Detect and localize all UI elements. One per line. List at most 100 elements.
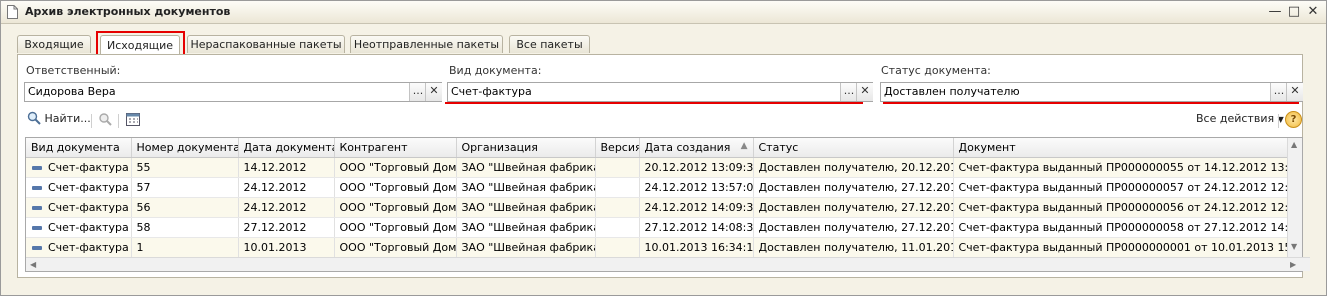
document-type-icon (32, 245, 42, 250)
cancel-search-icon[interactable] (98, 112, 113, 127)
scroll-left-icon[interactable]: ◀ (30, 260, 36, 269)
table-cell: 57 (131, 177, 239, 198)
scroll-up-icon[interactable]: ▲ (1291, 140, 1297, 149)
doc-type-field[interactable]: Счет-фактура ... ✕ (447, 82, 873, 102)
column-header[interactable]: Статус (753, 138, 954, 158)
responsible-field[interactable]: Сидорова Вера ... ✕ (24, 82, 442, 102)
document-icon (7, 5, 18, 19)
table-cell (595, 237, 640, 258)
table-cell (595, 157, 640, 178)
doc-type-label: Вид документа: (449, 64, 542, 77)
clear-button[interactable]: ✕ (425, 83, 442, 101)
column-header[interactable]: Контрагент (334, 138, 457, 158)
column-header[interactable]: Версия (595, 138, 640, 158)
tab-incoming[interactable]: Входящие (17, 35, 91, 53)
clear-button[interactable]: ✕ (1286, 83, 1303, 101)
toolbar-separator (118, 114, 119, 128)
table-cell: 10.01.2013 (238, 237, 335, 258)
cell-text: Счет-фактура (48, 181, 129, 194)
table-cell: ООО "Торговый Дом" (334, 157, 457, 178)
table-cell: 27.12.2012 (238, 217, 335, 238)
tab-label: Неотправленные пакеты (353, 38, 500, 51)
find-button[interactable]: Найти... (27, 110, 91, 128)
table-row[interactable]: Счет-фактура 1 10.01.2013 ООО "Торговый Дом… (26, 237, 1289, 258)
table-cell: ЗАО "Швейная фабрика" (456, 237, 596, 258)
table-cell: ЗАО "Швейная фабрика" (456, 197, 596, 218)
table-cell: Счет-фактура (26, 177, 132, 198)
table-row[interactable]: Счет-фактура 57 24.12.2012 ООО "Торговый До… (26, 177, 1289, 198)
table-row[interactable]: Счет-фактура 58 27.12.2012 ООО "Торговый До… (26, 217, 1289, 238)
doc-status-highlight (883, 102, 1299, 104)
table-cell: ООО "Торговый Дом" (334, 177, 457, 198)
cell-text: Счет-фактура (48, 221, 129, 234)
document-type-icon (32, 205, 42, 210)
minimize-icon[interactable]: — (1267, 4, 1283, 20)
close-icon[interactable]: ✕ (1305, 4, 1321, 20)
all-actions-menu[interactable]: Все действия ▼ (1196, 110, 1284, 128)
doc-status-field[interactable]: Доставлен получателю ... ✕ (880, 82, 1303, 102)
table-cell: Доставлен получателю, 27.12.2012 ... (753, 177, 954, 198)
horizontal-scrollbar[interactable]: ◀ ▶ (26, 257, 1310, 271)
table-cell: ООО "Торговый Дом" (334, 197, 457, 218)
table-cell (595, 217, 640, 238)
tab-label: Входящие (24, 38, 84, 51)
cell-text: Счет-фактура (48, 161, 129, 174)
table-cell: 24.12.2012 14:09:38 (639, 197, 754, 218)
column-header[interactable]: Дата создания ▲ (639, 138, 754, 158)
find-label: Найти... (44, 112, 91, 125)
calendar-icon[interactable] (125, 111, 141, 127)
table-cell: ООО "Торговый Дом" (334, 217, 457, 238)
column-header[interactable]: Номер документа (131, 138, 239, 158)
table-cell: 10.01.2013 16:34:12 (639, 237, 754, 258)
column-header[interactable]: Организация (456, 138, 596, 158)
responsible-value: Сидорова Вера (28, 85, 116, 98)
main-window: Архив электронных документов — □ ✕ Входя… (0, 0, 1327, 296)
table-cell: 1 (131, 237, 239, 258)
select-button[interactable]: ... (409, 83, 426, 101)
table-cell: ЗАО "Швейная фабрика" (456, 177, 596, 198)
maximize-icon[interactable]: □ (1286, 4, 1302, 20)
table-cell: 24.12.2012 13:57:01 (639, 177, 754, 198)
table-cell: Счет-фактура (26, 157, 132, 178)
tab-unsent[interactable]: Неотправленные пакеты (350, 35, 503, 53)
table-cell: ЗАО "Швейная фабрика" (456, 217, 596, 238)
responsible-label: Ответственный: (26, 64, 121, 77)
table-cell: Счет-фактура выданный ПР000000058 от 27.… (953, 217, 1289, 238)
table-cell: 24.12.2012 (238, 197, 335, 218)
table-cell: Счет-фактура выданный ПР000000057 от 24.… (953, 177, 1289, 198)
select-button[interactable]: ... (840, 83, 857, 101)
scroll-down-icon[interactable]: ▼ (1291, 242, 1297, 251)
column-header[interactable]: Документ (953, 138, 1289, 158)
tab-label: Все пакеты (516, 38, 583, 51)
clear-button[interactable]: ✕ (856, 83, 873, 101)
document-type-icon (32, 165, 42, 170)
vertical-scrollbar[interactable]: ▲ ▼ (1287, 138, 1302, 258)
help-icon[interactable]: ? (1285, 111, 1302, 128)
table-cell: Счет-фактура выданный ПР000000055 от 14.… (953, 157, 1289, 178)
select-button[interactable]: ... (1270, 83, 1287, 101)
document-type-icon (32, 185, 42, 190)
all-actions-label: Все действия (1196, 112, 1275, 125)
table-cell: 56 (131, 197, 239, 218)
doc-status-value: Доставлен получателю (884, 85, 1020, 98)
tab-unpacked[interactable]: Нераспакованные пакеты (187, 35, 345, 53)
table-row[interactable]: Счет-фактура 56 24.12.2012 ООО "Торговый До… (26, 197, 1289, 218)
table-cell: Доставлен получателю, 11.01.2013 ... (753, 237, 954, 258)
tab-all-packages[interactable]: Все пакеты (509, 35, 590, 53)
table-cell: 27.12.2012 14:08:38 (639, 217, 754, 238)
table-cell: Доставлен получателю, 20.12.2012 ... (753, 157, 954, 178)
doc-status-label: Статус документа: (881, 64, 991, 77)
column-header[interactable]: Вид документа (26, 138, 132, 158)
doc-type-value: Счет-фактура (451, 85, 532, 98)
table-row[interactable]: Счет-фактура 55 14.12.2012 ООО "Торговый До… (26, 157, 1289, 178)
table-cell: Счет-фактура (26, 237, 132, 258)
column-header[interactable]: Дата документа (238, 138, 335, 158)
sort-icon[interactable]: ▲ (741, 141, 748, 151)
documents-table[interactable]: Вид документа Номер документа Дата докумен… (25, 137, 1310, 272)
table-cell: 20.12.2012 13:09:36 (639, 157, 754, 178)
column-header-label: Дата создания (644, 141, 731, 154)
table-cell: Доставлен получателю, 27.12.2012 ... (753, 217, 954, 238)
scroll-right-icon[interactable]: ▶ (1290, 260, 1296, 269)
toolbar-separator (91, 114, 92, 128)
title-bar: Архив электронных документов — □ ✕ (1, 1, 1326, 24)
